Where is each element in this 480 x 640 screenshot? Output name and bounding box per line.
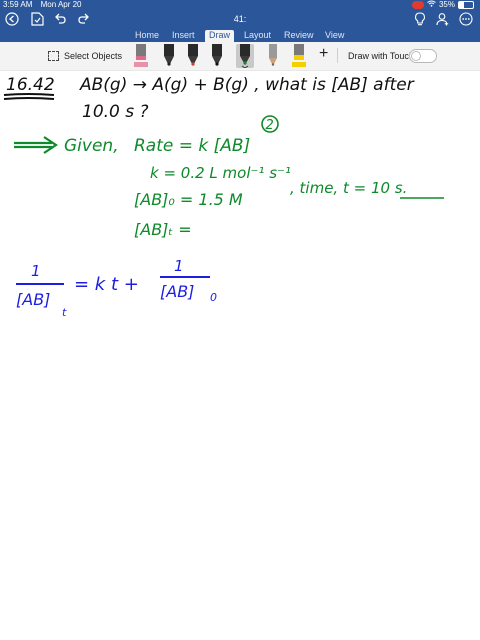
draw-with-touch-toggle[interactable] [409,49,437,63]
problem-text-line-1: AB(g) → A(g) + B(g) , what is [AB] after [79,75,415,95]
select-objects-label: Select Objects [64,51,123,61]
problem-number-underline [3,93,55,96]
pencil-gray[interactable] [264,44,282,68]
equals-kt-plus: = k t + [74,274,139,295]
select-objects-button[interactable]: Select Objects [48,51,122,61]
recording-indicator-icon [411,1,424,9]
rate-exponent: 2 [266,118,274,133]
tab-home[interactable]: Home [135,30,159,42]
status-time: 3:59 AM [3,0,33,9]
tab-draw[interactable]: Draw [205,30,235,42]
pen-red[interactable] [184,44,202,68]
rhs-numerator: 1 [174,257,184,275]
highlighter-pink[interactable] [132,44,150,68]
toolbar-divider [337,48,338,63]
lightbulb-icon[interactable] [414,12,426,30]
ink-canvas[interactable]: 16.42 AB(g) → A(g) + B(g) , what is [AB]… [0,71,480,640]
pen-black-2[interactable] [208,44,226,68]
final-concentration-label: [AB]ₜ = [134,220,192,239]
status-bar: 3:59 AM Mon Apr 20 35% [0,0,480,10]
title-bar: 41: [0,10,480,30]
tab-view[interactable]: View [325,30,344,42]
double-arrow-icon [14,136,58,154]
problem-text-line-2: 10.0 s ? [82,102,149,122]
time-value: , time, t = 10 s. [290,179,407,197]
draw-with-touch-label: Draw with Touch [348,51,414,61]
rate-constant: k = 0.2 L mol⁻¹ s⁻¹ [150,164,291,182]
status-date: Mon Apr 20 [40,0,82,9]
battery-icon [458,1,474,9]
lhs-subscript: t [62,306,67,319]
more-options-icon[interactable] [459,12,473,30]
tab-review[interactable]: Review [284,30,314,42]
lhs-denominator: [AB] [16,290,50,309]
battery-percent: 35% [438,0,455,9]
pen-black[interactable] [160,44,178,68]
lhs-numerator: 1 [31,262,41,280]
document-title: 41: [233,14,247,24]
select-objects-icon [48,51,59,61]
rate-law: Rate = k [AB] [134,136,250,156]
draw-toolbar: Select Objects + Draw with Touch [0,42,480,71]
highlighter-yellow[interactable] [290,44,308,68]
initial-concentration: [AB]₀ = 1.5 M [134,190,243,209]
tab-layout[interactable]: Layout [244,30,271,42]
rhs-denominator: [AB] [160,282,194,301]
given-label: Given, [64,136,119,156]
pen-green-selected[interactable] [236,44,254,69]
ribbon-tabs: Home Insert Draw Layout Review View [0,30,480,42]
problem-number: 16.42 [6,75,55,95]
rhs-subscript: 0 [210,291,217,304]
add-pen-button[interactable]: + [319,45,328,63]
tab-insert[interactable]: Insert [172,30,195,42]
problem-number-underline-2 [3,97,55,100]
share-user-icon[interactable] [436,12,450,30]
toggle-knob [411,51,421,61]
wifi-icon [427,0,436,10]
